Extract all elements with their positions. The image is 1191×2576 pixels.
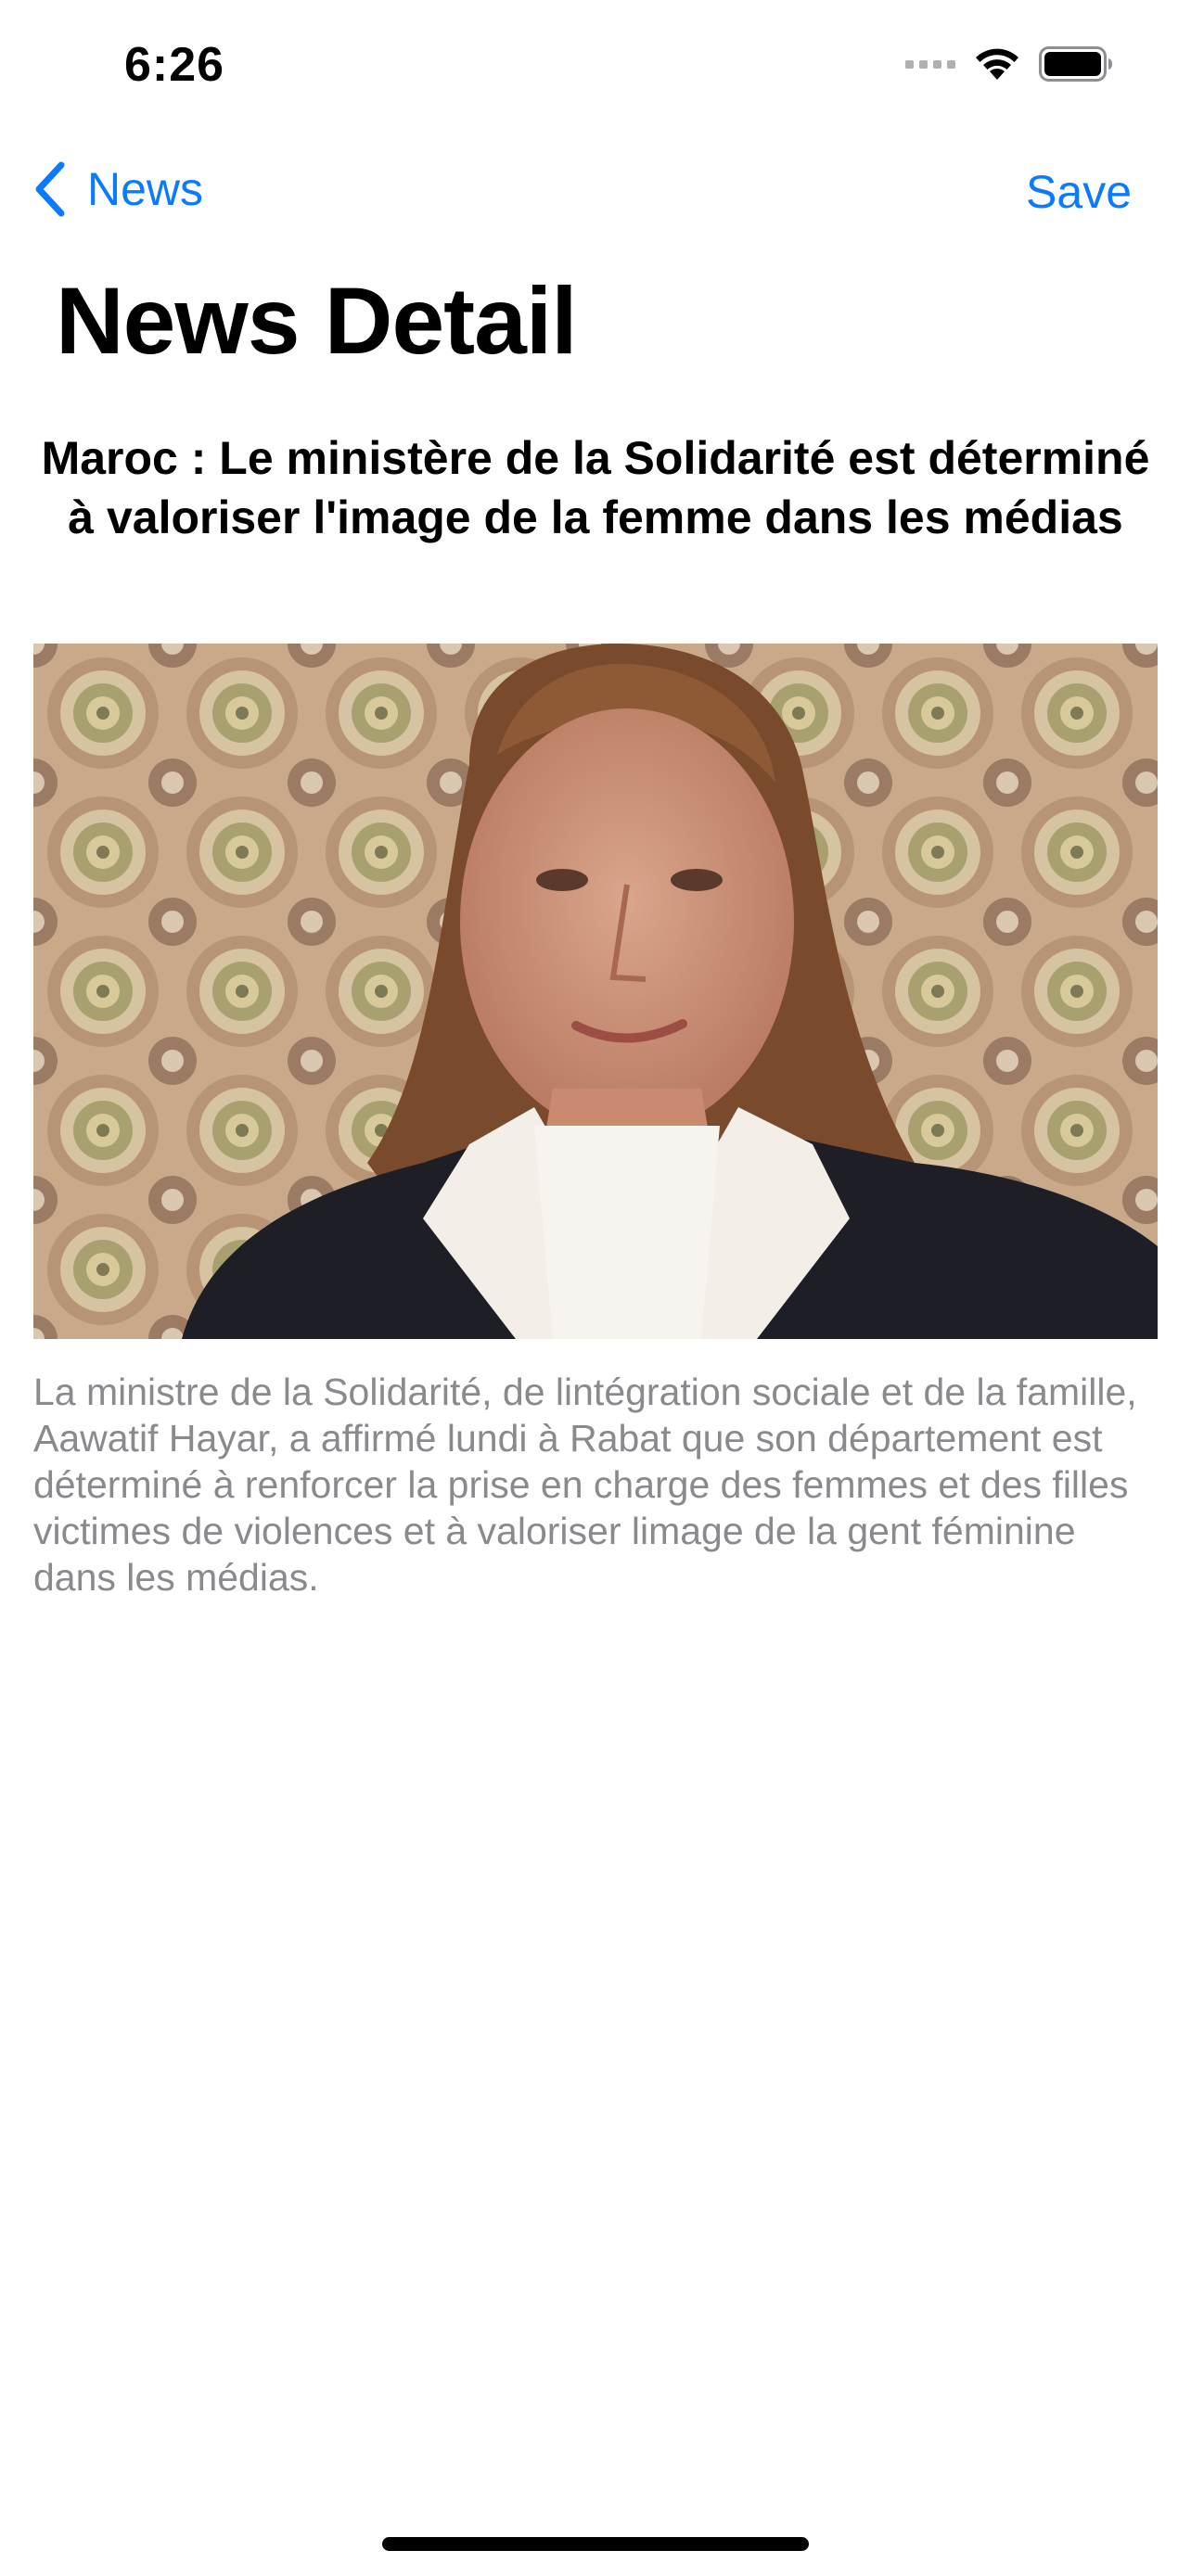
- chevron-left-icon: [35, 161, 65, 217]
- battery-icon: [1039, 46, 1112, 82]
- status-icons: [905, 46, 1113, 82]
- navigation-bar: News Save: [0, 148, 1191, 241]
- home-indicator[interactable]: [382, 2537, 809, 2551]
- article-image: [33, 644, 1158, 1339]
- status-time: 6:26: [124, 38, 225, 92]
- status-bar: 6:26: [0, 0, 1191, 130]
- article-title: Maroc : Le ministère de la Solidarité es…: [41, 432, 1150, 543]
- save-button[interactable]: Save: [1026, 165, 1132, 219]
- back-button[interactable]: News: [33, 161, 203, 217]
- back-button-label: News: [87, 163, 204, 215]
- wifi-icon: [976, 48, 1018, 80]
- cellular-signal-icon: [905, 59, 955, 69]
- page-title: News Detail: [56, 268, 578, 374]
- article-body: La ministre de la Solidarité, de lintégr…: [33, 1371, 1137, 1599]
